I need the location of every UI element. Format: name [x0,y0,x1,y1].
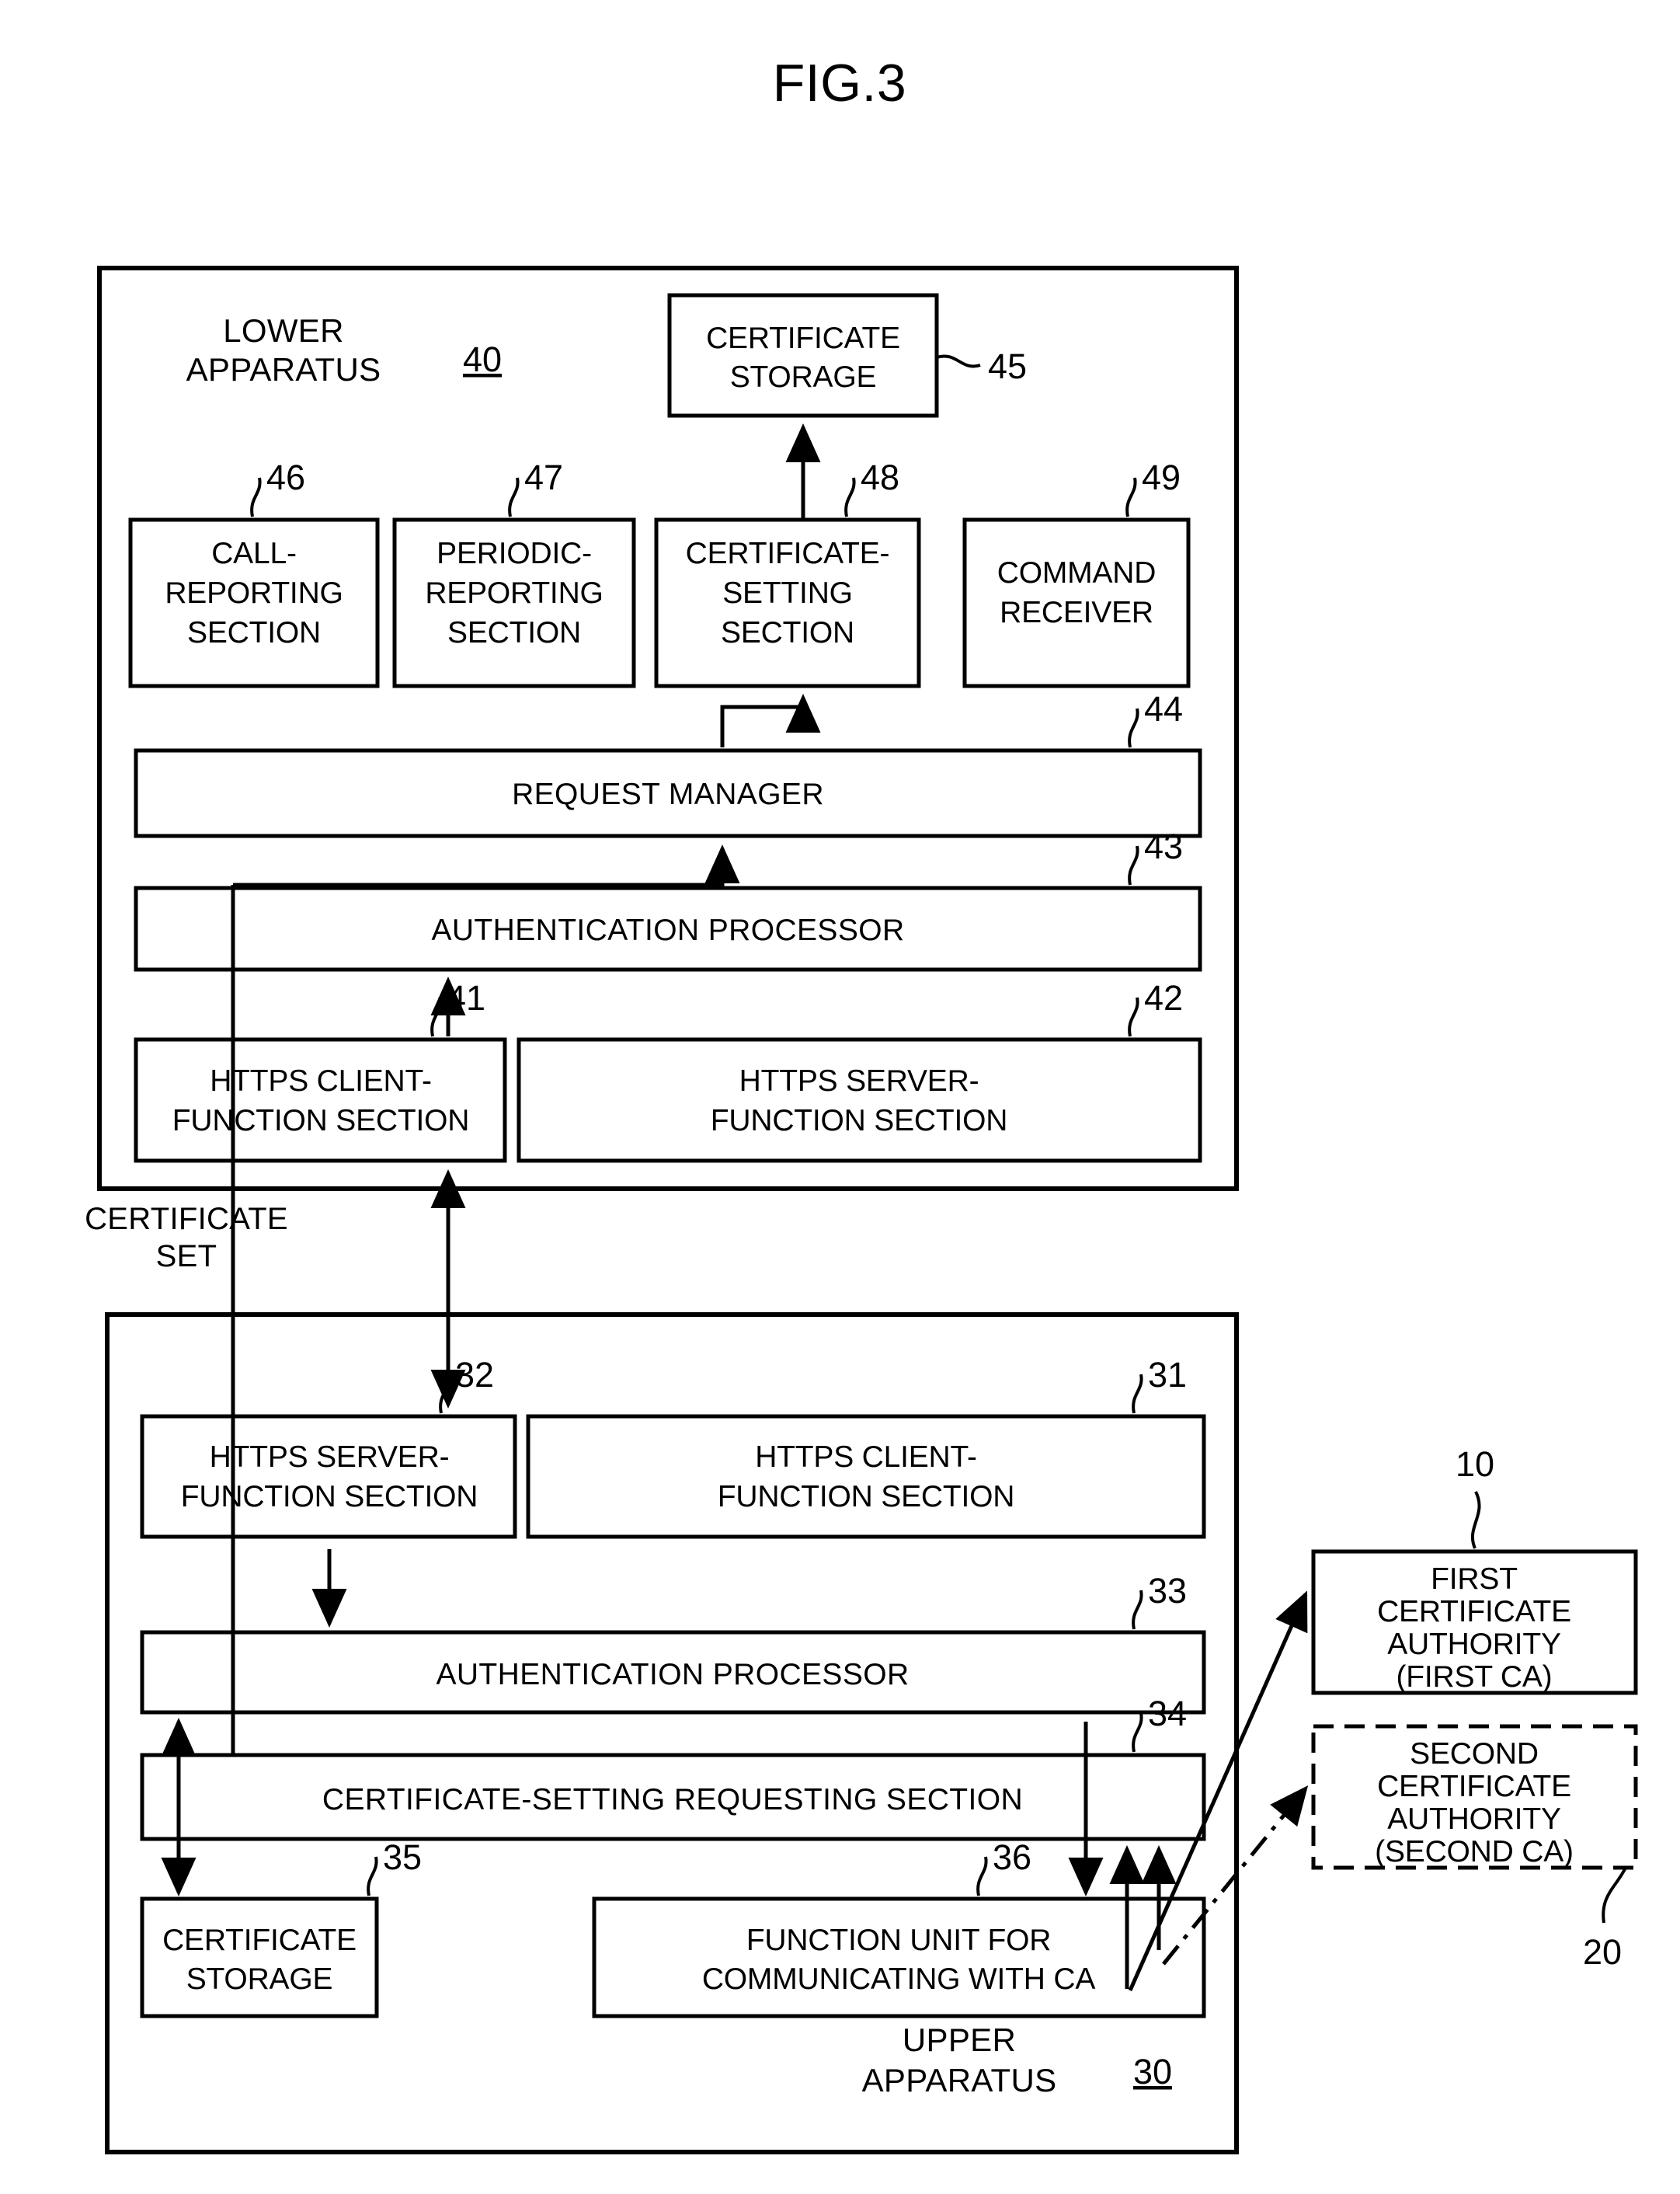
certificate-storage-45-ref: 45 [988,347,1027,386]
call-reporting-section-46-line1: CALL- [211,537,297,570]
https-server-function-section-32-box[interactable] [140,1414,517,1539]
authentication-processor-43-leader [1128,845,1139,886]
request-manager-44-leader [1128,708,1139,748]
figure-3-block-diagram: FIG.3 LOWER APPARATUS 40 CERTIFICATE STO… [85,54,1638,2154]
certificate-storage-35-line2: STORAGE [186,1962,333,1996]
command-receiver-49-line1: COMMAND [997,556,1156,590]
certificate-setting-section-48-leader [844,477,856,517]
https-client-function-section-31-line1: HTTPS CLIENT- [755,1440,977,1474]
authentication-processor-33-leader [1132,1590,1143,1630]
https-client-function-section-41-box[interactable] [134,1037,507,1163]
command-receiver-49-ref: 49 [1142,458,1181,497]
periodic-reporting-section-47-line3: SECTION [447,616,581,649]
certificate-setting-section-48-line3: SECTION [721,616,854,649]
second-certificate-authority-20-line4: (SECOND CA) [1375,1835,1574,1868]
certificate-setting-requesting-section-34-leader [1132,1712,1143,1753]
figure-title: FIG.3 [773,54,907,113]
periodic-reporting-section-47-ref: 47 [524,458,563,497]
lower-apparatus-label-line2: APPARATUS [186,351,381,388]
certificate-setting-section-48-line1: CERTIFICATE- [686,537,890,570]
https-server-function-section-32-line2: FUNCTION SECTION [181,1480,478,1513]
function-unit-for-communicating-with-ca-36-box[interactable] [592,1896,1206,2018]
second-certificate-authority-20-ref: 20 [1583,1932,1622,1972]
upper-apparatus-ref: 30 [1133,2052,1172,2091]
function-unit-for-communicating-with-ca-36-leader [976,1856,988,1896]
https-client-function-section-41-ref: 41 [447,978,485,1018]
second-certificate-authority-20-line1: SECOND [1410,1737,1539,1771]
certificate-storage-35-leader [367,1856,378,1896]
function-unit-for-communicating-with-ca-36-line2: COMMUNICATING WITH CA [702,1962,1096,1996]
https-server-function-section-42-leader [1128,997,1139,1037]
certificate-storage-45-leader [936,354,981,368]
https-client-function-section-41-leader [430,997,442,1037]
https-client-function-section-31-ref: 31 [1148,1355,1187,1395]
first-certificate-authority-10-leader [1470,1491,1481,1549]
certificate-storage-45-line2: STORAGE [730,360,877,394]
authentication-processor-43-ref: 43 [1144,827,1183,866]
periodic-reporting-section-47-leader [508,477,520,517]
first-certificate-authority-10-line2: CERTIFICATE [1377,1595,1571,1628]
call-reporting-section-46-leader [250,477,262,517]
certificate-storage-35-ref: 35 [383,1837,422,1877]
certificate-setting-section-48-line2: SETTING [722,576,853,610]
request-manager-44-label: REQUEST MANAGER [512,778,824,811]
periodic-reporting-section-47-line2: REPORTING [425,576,603,610]
https-client-function-section-31-leader [1132,1374,1143,1414]
second-certificate-authority-20-leader [1602,1867,1627,1924]
certificate-storage-45-line1: CERTIFICATE [706,322,900,355]
request-manager-44-ref: 44 [1144,689,1183,729]
authentication-processor-43-label: AUTHENTICATION PROCESSOR [431,914,904,947]
https-server-function-section-42-line2: FUNCTION SECTION [711,1104,1007,1137]
second-certificate-authority-20-line3: AUTHORITY [1387,1802,1561,1836]
connector-43-to-44 [233,845,740,887]
function-unit-for-communicating-with-ca-36-ref: 36 [993,1837,1031,1877]
certificate-set-label-line2: SET [156,1239,217,1273]
periodic-reporting-section-47-line1: PERIODIC- [437,537,592,570]
certificate-storage-35-line1: CERTIFICATE [162,1924,357,1957]
https-client-function-section-41-line2: FUNCTION SECTION [172,1104,469,1137]
call-reporting-section-46-line3: SECTION [187,616,321,649]
upper-apparatus-label-line2: APPARATUS [862,2062,1057,2098]
https-server-function-section-42-ref: 42 [1144,978,1183,1018]
authentication-processor-33-ref: 33 [1148,1571,1187,1611]
connector-44-to-48 [720,694,821,747]
call-reporting-section-46-ref: 46 [266,458,305,497]
certificate-set-label-line1: CERTIFICATE [85,1202,288,1236]
first-certificate-authority-10-ref: 10 [1456,1444,1494,1484]
first-certificate-authority-10-line1: FIRST [1431,1562,1518,1596]
second-certificate-authority-20-line2: CERTIFICATE [1377,1770,1571,1803]
https-server-function-section-32-line1: HTTPS SERVER- [210,1440,450,1474]
https-server-function-section-42-box[interactable] [517,1037,1202,1163]
https-client-function-section-41-line1: HTTPS CLIENT- [210,1064,432,1098]
function-unit-for-communicating-with-ca-36-line1: FUNCTION UNIT FOR [746,1924,1051,1957]
first-certificate-authority-10-line4: (FIRST CA) [1397,1660,1553,1694]
certificate-setting-requesting-section-34-label: CERTIFICATE-SETTING REQUESTING SECTION [322,1783,1023,1816]
patent-figure-root: FIG.3 LOWER APPARATUS 40 CERTIFICATE STO… [0,0,1680,2194]
https-client-function-section-31-box[interactable] [526,1414,1206,1539]
lower-apparatus-ref: 40 [463,340,502,379]
certificate-setting-requesting-section-34-ref: 34 [1148,1694,1187,1733]
first-certificate-authority-10-line3: AUTHORITY [1387,1628,1561,1661]
https-server-function-section-42-line1: HTTPS SERVER- [739,1064,979,1098]
lower-apparatus-label-line1: LOWER [223,312,344,349]
command-receiver-49-line2: RECEIVER [1000,596,1153,629]
https-server-function-section-32-ref: 32 [455,1355,494,1395]
https-client-function-section-31-line2: FUNCTION SECTION [718,1480,1014,1513]
command-receiver-49-leader [1125,477,1137,517]
call-reporting-section-46-line2: REPORTING [165,576,343,610]
certificate-storage-35-box[interactable] [140,1896,379,2018]
upper-apparatus-label-line1: UPPER [903,2022,1016,2058]
authentication-processor-33-label: AUTHENTICATION PROCESSOR [436,1658,909,1691]
certificate-setting-section-48-ref: 48 [861,458,899,497]
certificate-storage-45-box[interactable] [667,293,939,418]
